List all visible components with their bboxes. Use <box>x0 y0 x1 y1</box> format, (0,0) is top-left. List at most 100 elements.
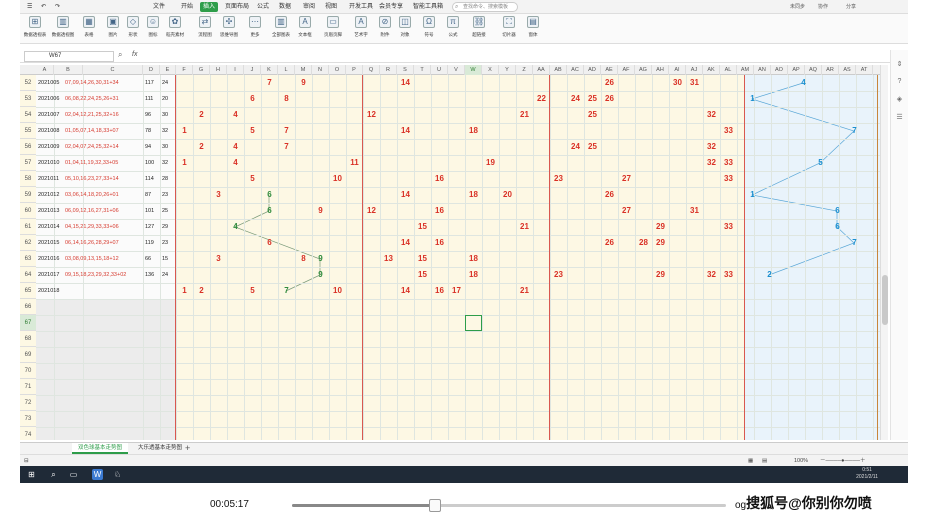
column-header[interactable]: AT <box>856 65 873 75</box>
row-header[interactable]: 59 <box>20 187 36 203</box>
vertical-scrollbar[interactable] <box>880 65 888 440</box>
column-header[interactable]: K <box>261 65 278 75</box>
row-header[interactable]: 53 <box>20 91 36 107</box>
column-header[interactable]: AM <box>737 65 754 75</box>
sheet-tab-dlt[interactable]: 大乐透基本走势图 <box>132 443 188 454</box>
ribbon-tab-4[interactable]: 公式 <box>254 2 272 12</box>
row-header[interactable]: 60 <box>20 203 36 219</box>
style-icon[interactable]: ◈ <box>891 95 908 103</box>
sheet-tab-ssq[interactable]: 双色球基本走势图 <box>72 443 129 454</box>
video-progress-knob[interactable] <box>429 499 442 512</box>
column-header[interactable]: W <box>465 65 482 75</box>
column-header[interactable]: S <box>397 65 414 75</box>
row-header[interactable]: 68 <box>20 331 36 347</box>
row-header[interactable]: 55 <box>20 123 36 139</box>
row-header[interactable]: 65 <box>20 283 36 299</box>
row-header[interactable]: 71 <box>20 379 36 395</box>
ribbon-tab-6[interactable]: 审阅 <box>300 2 318 12</box>
ribbon-button-10[interactable]: ▥ 全部图表 <box>268 16 294 38</box>
redo-icon[interactable]: ↷ <box>52 2 63 12</box>
help-icon[interactable]: ? <box>891 78 908 85</box>
column-header[interactable]: AL <box>720 65 737 75</box>
ribbon-tab-2[interactable]: 插入 <box>200 2 219 12</box>
ribbon-button-16[interactable]: Ω 符号 <box>416 16 442 38</box>
ribbon-tab-9[interactable]: 会员专享 <box>376 2 406 12</box>
task-view-icon[interactable]: ▭ <box>68 469 79 480</box>
row-header[interactable]: 74 <box>20 427 36 440</box>
ribbon-button-11[interactable]: A 文本框 <box>292 16 318 38</box>
ribbon-tab-0[interactable]: 文件 <box>150 2 168 12</box>
column-header[interactable]: N <box>312 65 329 75</box>
column-header[interactable]: AA <box>533 65 550 75</box>
ribbon-tab-1[interactable]: 开始 <box>178 2 196 12</box>
ribbon-button-20[interactable]: ▤ 窗体 <box>520 16 546 38</box>
column-header[interactable]: Z <box>516 65 533 75</box>
add-sheet-icon[interactable]: + <box>185 443 190 454</box>
row-header[interactable]: 66 <box>20 299 36 315</box>
column-header[interactable]: B <box>54 65 83 75</box>
column-header[interactable]: G <box>193 65 210 75</box>
ribbon-button-18[interactable]: ⛓ 超链接 <box>466 16 492 38</box>
scroll-thumb[interactable] <box>882 275 888 325</box>
column-header[interactable]: E <box>160 65 176 75</box>
row-header[interactable]: 70 <box>20 363 36 379</box>
column-header[interactable]: AB <box>550 65 567 75</box>
column-header[interactable]: R <box>380 65 397 75</box>
column-header[interactable]: AK <box>703 65 720 75</box>
fx-icon[interactable]: fx <box>132 51 137 58</box>
move-icon[interactable]: ⇕ <box>891 60 908 68</box>
settings-icon[interactable]: ☰ <box>891 113 908 121</box>
user-action-0[interactable]: 未同步 <box>790 2 805 12</box>
windows-start-icon[interactable]: ⊞ <box>26 469 37 480</box>
taskbar-search-icon[interactable]: ⌕ <box>48 469 59 480</box>
row-header[interactable]: 63 <box>20 251 36 267</box>
ribbon-button-7[interactable]: ⇄ 流程图 <box>192 16 218 38</box>
row-header[interactable]: 62 <box>20 235 36 251</box>
row-header[interactable]: 52 <box>20 75 36 91</box>
column-header[interactable]: F <box>176 65 193 75</box>
row-header[interactable]: 58 <box>20 171 36 187</box>
ribbon-button-19[interactable]: ⛶ 切片器 <box>496 16 522 38</box>
row-header[interactable]: 61 <box>20 219 36 235</box>
ribbon-button-0[interactable]: ⊞ 数据透视表 <box>22 16 48 38</box>
user-action-1[interactable]: 协作 <box>818 2 828 12</box>
column-header[interactable]: AH <box>652 65 669 75</box>
column-header[interactable]: V <box>448 65 465 75</box>
column-header[interactable]: AD <box>584 65 601 75</box>
column-header[interactable]: H <box>210 65 227 75</box>
column-header[interactable]: AE <box>601 65 618 75</box>
column-header[interactable]: U <box>431 65 448 75</box>
ribbon-button-1[interactable]: ▥ 数据透视图 <box>50 16 76 38</box>
ribbon-tab-3[interactable]: 页面布局 <box>222 2 252 12</box>
row-header[interactable]: 54 <box>20 107 36 123</box>
column-header[interactable]: Q <box>363 65 380 75</box>
ribbon-tab-5[interactable]: 数据 <box>276 2 294 12</box>
ribbon-button-12[interactable]: ▭ 页眉页脚 <box>320 16 346 38</box>
column-header[interactable]: AN <box>754 65 771 75</box>
column-header[interactable]: AI <box>669 65 686 75</box>
column-header[interactable]: AF <box>618 65 635 75</box>
column-header[interactable]: AJ <box>686 65 703 75</box>
ribbon-button-15[interactable]: ◫ 对象 <box>392 16 418 38</box>
column-header[interactable]: A <box>36 65 54 75</box>
ribbon-button-9[interactable]: ⋯ 更多 <box>242 16 268 38</box>
video-progress-track[interactable] <box>292 499 726 512</box>
column-header[interactable]: M <box>295 65 312 75</box>
column-header[interactable]: O <box>329 65 346 75</box>
ribbon-tab-7[interactable]: 视图 <box>322 2 340 12</box>
column-header[interactable]: I <box>227 65 244 75</box>
column-header[interactable]: AG <box>635 65 652 75</box>
column-header[interactable]: AR <box>822 65 839 75</box>
column-header[interactable]: X <box>482 65 499 75</box>
column-header[interactable]: D <box>143 65 160 75</box>
menu-icon[interactable]: ☰ <box>24 2 35 12</box>
column-header[interactable]: AS <box>839 65 856 75</box>
column-header[interactable]: Y <box>499 65 516 75</box>
row-header[interactable]: 72 <box>20 395 36 411</box>
column-header[interactable]: AQ <box>805 65 822 75</box>
row-header[interactable]: 56 <box>20 139 36 155</box>
cell-area[interactable]: 2021005 07,09,14,26,30,31+34 117 24 7 9 14 26 30… <box>36 75 880 440</box>
zoom-formula-icon[interactable]: ⌕ <box>118 50 122 60</box>
ribbon-button-13[interactable]: A 艺术字 <box>348 16 374 38</box>
column-header[interactable]: P <box>346 65 363 75</box>
